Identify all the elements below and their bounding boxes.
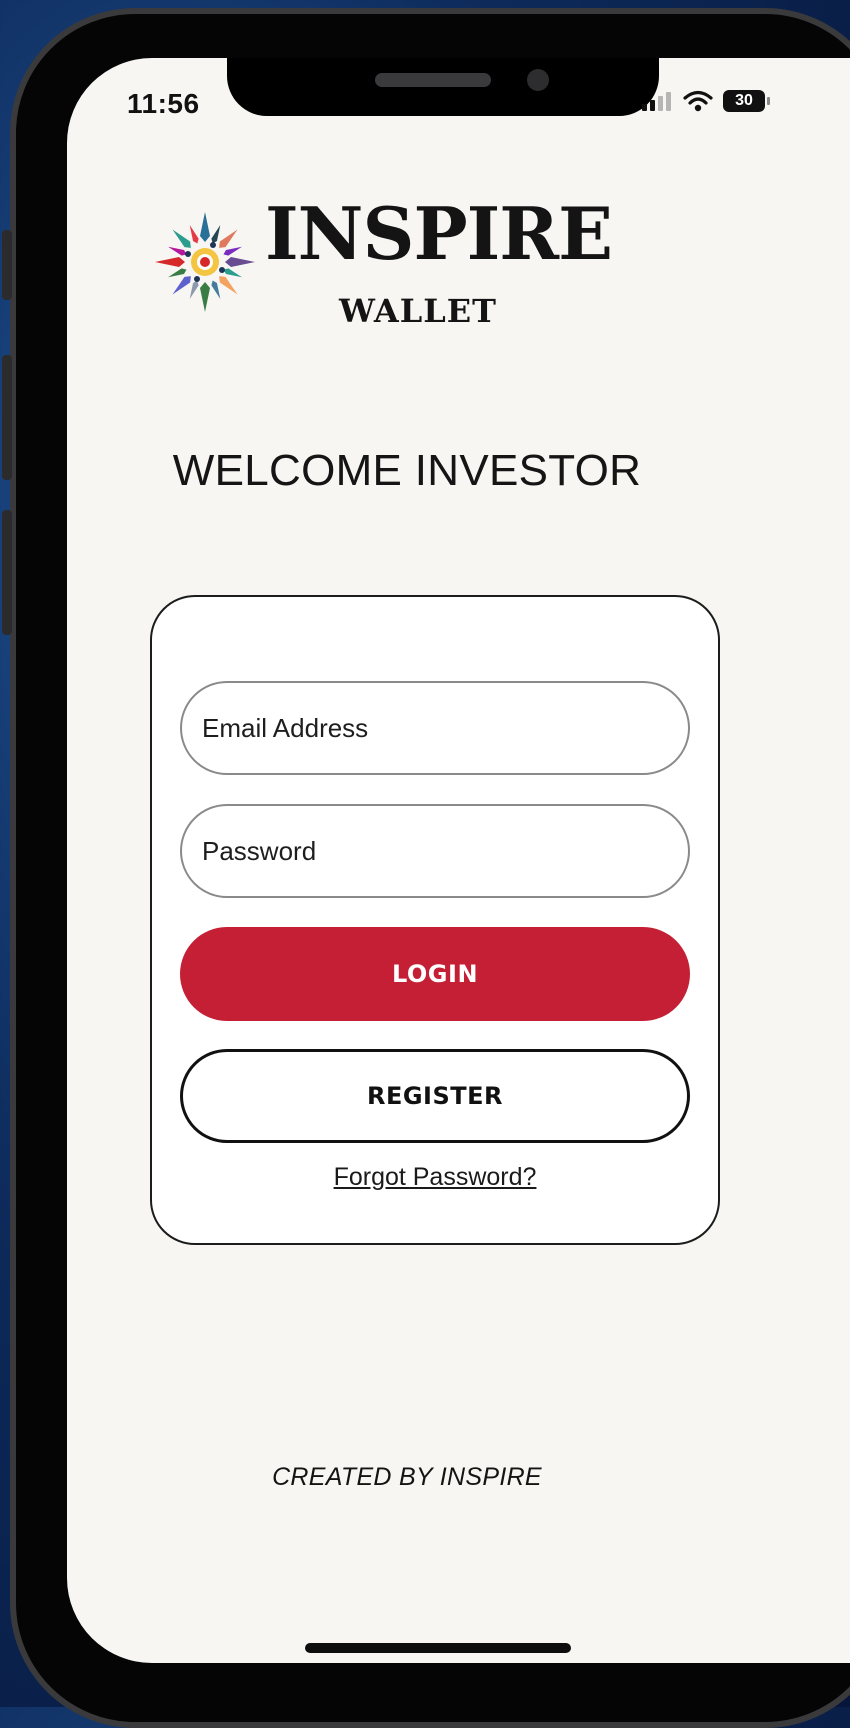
brand-name: INSPIRE bbox=[265, 191, 613, 276]
register-button-label: REGISTER bbox=[366, 1082, 504, 1110]
notch bbox=[227, 58, 659, 116]
wifi-icon bbox=[683, 90, 713, 112]
password-field[interactable] bbox=[180, 804, 690, 898]
side-button-silent bbox=[2, 230, 12, 300]
sunburst-logo-icon bbox=[155, 212, 255, 312]
forgot-password-link[interactable]: Forgot Password? bbox=[152, 1163, 718, 1192]
welcome-heading: WELCOME INVESTOR bbox=[172, 446, 642, 495]
login-button-label: LOGIN bbox=[391, 960, 479, 988]
signal-icon bbox=[642, 92, 671, 111]
home-indicator[interactable] bbox=[305, 1643, 571, 1653]
side-button-volume-up bbox=[2, 355, 12, 480]
phone-screen: 11:56 30 INSPIRE WALLET WELCOME INVESTOR… bbox=[67, 58, 850, 1663]
email-field[interactable] bbox=[180, 681, 690, 775]
side-button-volume-down bbox=[2, 510, 12, 635]
login-button[interactable]: LOGIN bbox=[180, 927, 690, 1021]
brand-subtitle: WALLET bbox=[339, 292, 497, 330]
speaker-grille bbox=[375, 73, 491, 87]
front-camera bbox=[527, 69, 549, 91]
brand-logo: INSPIRE WALLET bbox=[147, 198, 613, 338]
footer-credit: CREATED BY INSPIRE bbox=[272, 1463, 542, 1491]
register-button[interactable]: REGISTER bbox=[180, 1049, 690, 1143]
status-time: 11:56 bbox=[127, 88, 200, 119]
login-card: LOGIN REGISTER Forgot Password? bbox=[150, 595, 720, 1245]
battery-icon: 30 bbox=[723, 90, 770, 112]
status-icons: 30 bbox=[641, 90, 770, 112]
